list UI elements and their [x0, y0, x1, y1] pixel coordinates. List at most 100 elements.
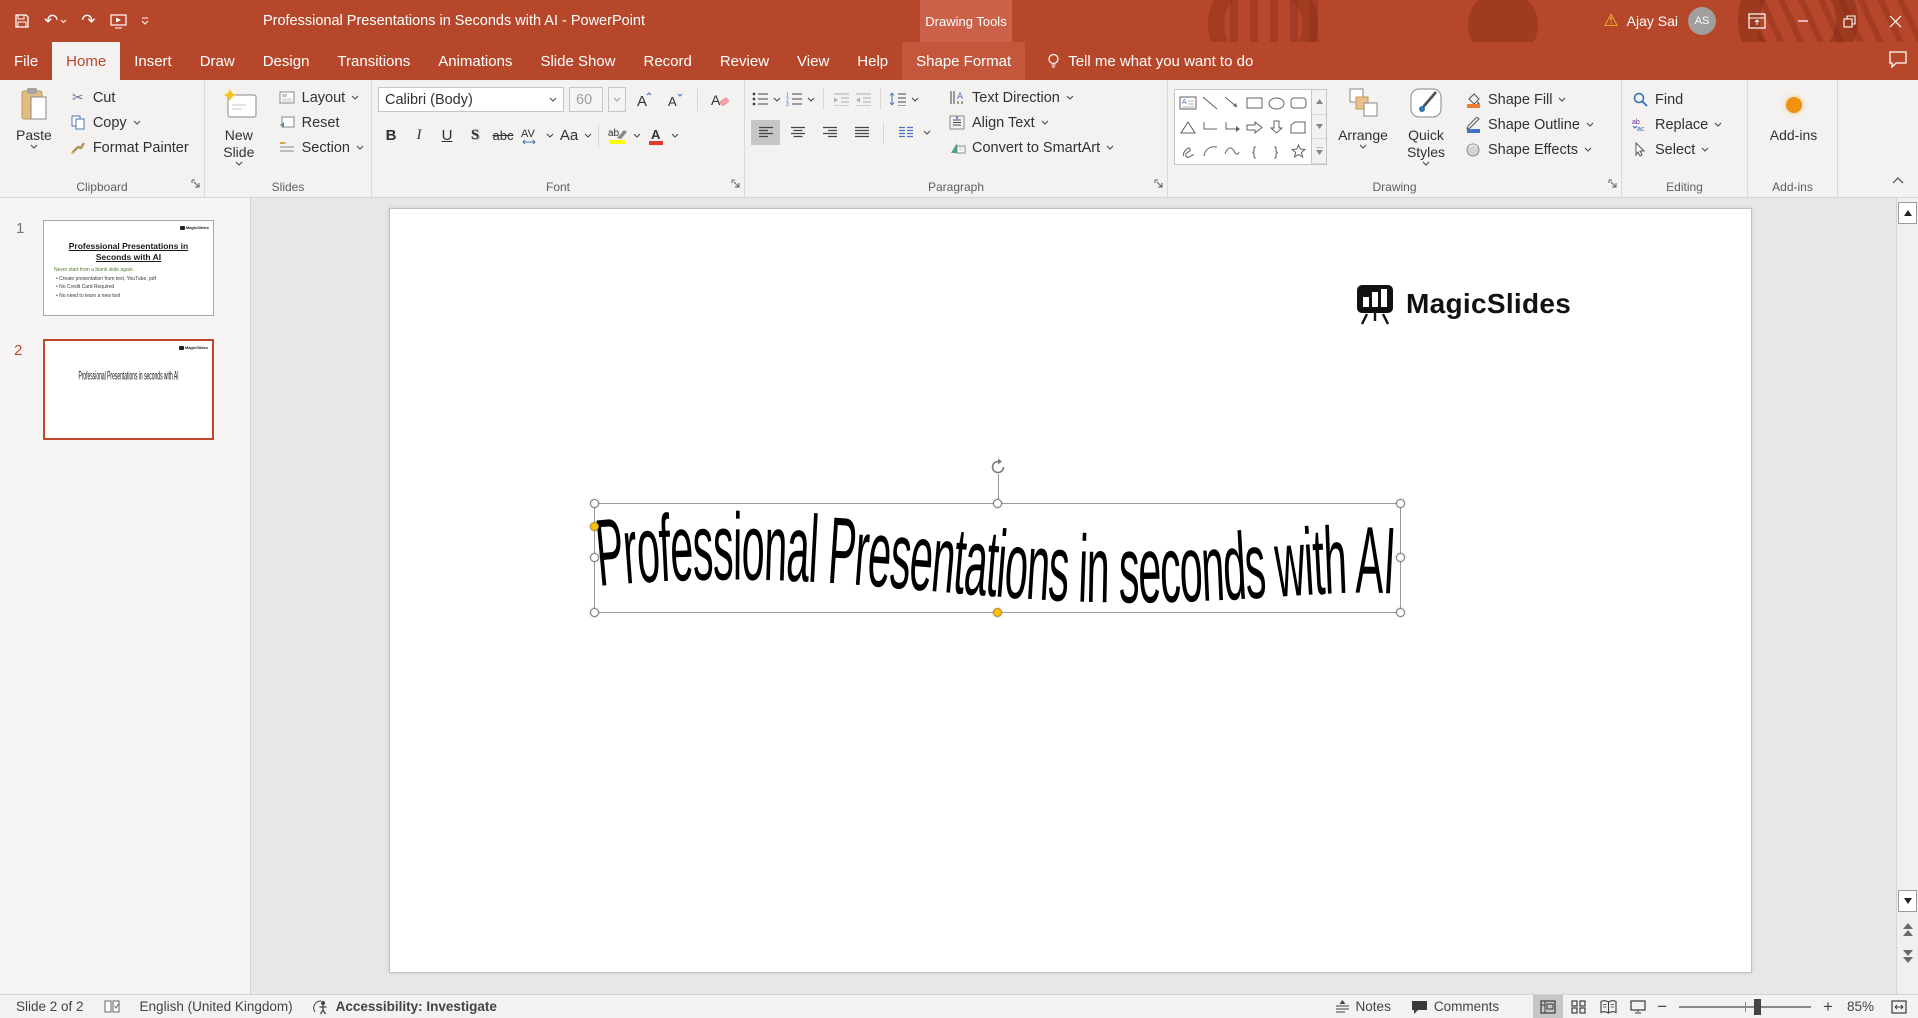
tab-view[interactable]: View	[783, 42, 843, 80]
clear-formatting-button[interactable]: A	[707, 87, 733, 112]
align-center-button[interactable]	[783, 120, 812, 145]
columns-button[interactable]	[891, 120, 920, 145]
change-case-button[interactable]: Aa	[556, 123, 582, 148]
bold-button[interactable]: B	[378, 123, 404, 148]
align-left-button[interactable]	[751, 120, 780, 145]
justify-button[interactable]	[847, 120, 876, 145]
increase-indent-button[interactable]	[854, 91, 872, 108]
shapes-more-icon[interactable]	[1312, 139, 1326, 164]
font-size-combobox[interactable]: 60	[569, 87, 603, 112]
copy-button[interactable]: Copy	[66, 110, 192, 135]
chevron-down-icon[interactable]	[584, 133, 592, 138]
arrange-button[interactable]: Arrange	[1335, 85, 1391, 151]
zoom-level[interactable]: 85%	[1837, 995, 1884, 1018]
accessibility-status[interactable]: Accessibility: Investigate	[303, 995, 507, 1018]
align-right-button[interactable]	[815, 120, 844, 145]
addins-button[interactable]: Add-ins	[1754, 85, 1833, 146]
strikethrough-button[interactable]: abc	[490, 123, 516, 148]
section-button[interactable]: Section	[275, 135, 367, 160]
replace-button[interactable]: abac Replace	[1628, 112, 1743, 137]
shape-snip-corner-rectangle[interactable]	[1289, 119, 1307, 136]
shape-arc[interactable]	[1201, 143, 1219, 160]
chevron-down-icon[interactable]	[923, 130, 931, 135]
slide-sorter-view-button[interactable]	[1563, 995, 1593, 1018]
tab-transitions[interactable]: Transitions	[323, 42, 424, 80]
text-direction-button[interactable]: A Text Direction	[945, 85, 1117, 110]
chevron-down-icon[interactable]	[671, 133, 679, 138]
font-dialog-launcher-icon[interactable]	[731, 176, 741, 194]
zoom-out-button[interactable]: −	[1653, 997, 1671, 1017]
align-text-button[interactable]: Align Text	[945, 110, 1117, 135]
underline-button[interactable]: U	[434, 123, 460, 148]
convert-to-smartart-button[interactable]: Convert to SmartArt	[945, 135, 1117, 160]
shapes-scroll-up-icon[interactable]	[1312, 90, 1326, 115]
line-spacing-button[interactable]	[889, 91, 907, 108]
text-shadow-button[interactable]: S	[462, 123, 488, 148]
shape-right-arrow[interactable]	[1245, 119, 1263, 136]
tab-help[interactable]: Help	[843, 42, 902, 80]
selection-handle-top-right[interactable]	[1396, 499, 1405, 508]
shape-triangle[interactable]	[1179, 119, 1197, 136]
tab-design[interactable]: Design	[249, 42, 324, 80]
slide-2-thumbnail[interactable]: MagicSlides Professional Presentations i…	[43, 339, 214, 440]
layout-button[interactable]: Layout	[275, 85, 367, 110]
chevron-down-icon[interactable]	[807, 97, 815, 102]
notes-button[interactable]: Notes	[1325, 995, 1401, 1018]
zoom-slider[interactable]	[1679, 1006, 1811, 1008]
next-slide-button[interactable]	[1899, 946, 1917, 966]
adjustment-handle-left[interactable]	[590, 522, 599, 531]
comment-bubble-icon[interactable]	[1888, 50, 1908, 73]
shape-effects-button[interactable]: Shape Effects	[1461, 137, 1597, 162]
ribbon-display-options-icon[interactable]	[1734, 0, 1780, 42]
selection-handle-top-center[interactable]	[993, 499, 1002, 508]
scroll-down-button[interactable]	[1898, 890, 1917, 912]
font-name-combobox[interactable]: Calibri (Body)	[378, 87, 564, 112]
chevron-down-icon[interactable]	[773, 97, 781, 102]
rotate-handle[interactable]	[989, 458, 1007, 481]
chevron-down-icon[interactable]	[633, 133, 641, 138]
shape-oval[interactable]	[1267, 95, 1285, 112]
spellcheck-icon[interactable]	[94, 995, 130, 1018]
bullets-button[interactable]	[751, 91, 769, 108]
selected-textbox[interactable]: Professional Presentations in seconds wi…	[594, 503, 1401, 613]
shape-fill-button[interactable]: Shape Fill	[1461, 87, 1597, 112]
shape-elbow-arrow-connector[interactable]	[1223, 119, 1241, 136]
selection-handle-top-left[interactable]	[590, 499, 599, 508]
shape-down-arrow[interactable]	[1267, 119, 1285, 136]
shape-right-brace[interactable]: }	[1267, 143, 1285, 160]
paste-button[interactable]: Paste	[12, 85, 56, 151]
selection-handle-middle-right[interactable]	[1396, 553, 1405, 562]
tab-draw[interactable]: Draw	[186, 42, 249, 80]
selection-handle-middle-left[interactable]	[590, 553, 599, 562]
paragraph-dialog-launcher-icon[interactable]	[1154, 176, 1164, 194]
user-name[interactable]: Ajay Sai	[1627, 13, 1678, 29]
shape-outline-button[interactable]: Shape Outline	[1461, 112, 1597, 137]
slide-surface[interactable]: MagicSlides Professional Presentations i…	[389, 208, 1752, 973]
avatar[interactable]: AS	[1688, 7, 1716, 35]
selection-handle-bottom-right[interactable]	[1396, 608, 1405, 617]
slide-show-button[interactable]	[1623, 995, 1653, 1018]
format-painter-button[interactable]: Format Painter	[66, 135, 192, 160]
shape-curve[interactable]	[1223, 143, 1241, 160]
highlight-color-button[interactable]: ab	[605, 123, 631, 148]
shape-text-box[interactable]: A	[1179, 95, 1197, 112]
new-slide-button[interactable]: New Slide	[211, 85, 267, 168]
tab-shape-format[interactable]: Shape Format	[902, 42, 1025, 80]
drawing-dialog-launcher-icon[interactable]	[1608, 176, 1618, 194]
tab-file[interactable]: File	[0, 42, 52, 80]
scroll-up-button[interactable]	[1898, 202, 1917, 224]
tab-review[interactable]: Review	[706, 42, 783, 80]
shape-rectangle[interactable]	[1245, 95, 1263, 112]
normal-view-button[interactable]	[1533, 995, 1563, 1018]
zoom-slider-thumb[interactable]	[1754, 999, 1761, 1015]
reading-view-button[interactable]	[1593, 995, 1623, 1018]
restore-button[interactable]	[1826, 0, 1872, 42]
shape-elbow-connector[interactable]	[1201, 119, 1219, 136]
fit-slide-to-window-button[interactable]	[1884, 995, 1914, 1018]
tell-me-box[interactable]: Tell me what you want to do	[1031, 42, 1269, 80]
increase-font-size-button[interactable]: A	[631, 87, 657, 112]
selection-handle-bottom-left[interactable]	[590, 608, 599, 617]
shape-line[interactable]	[1201, 95, 1219, 112]
select-button[interactable]: Select	[1628, 137, 1743, 162]
find-button[interactable]: Find	[1628, 87, 1743, 112]
